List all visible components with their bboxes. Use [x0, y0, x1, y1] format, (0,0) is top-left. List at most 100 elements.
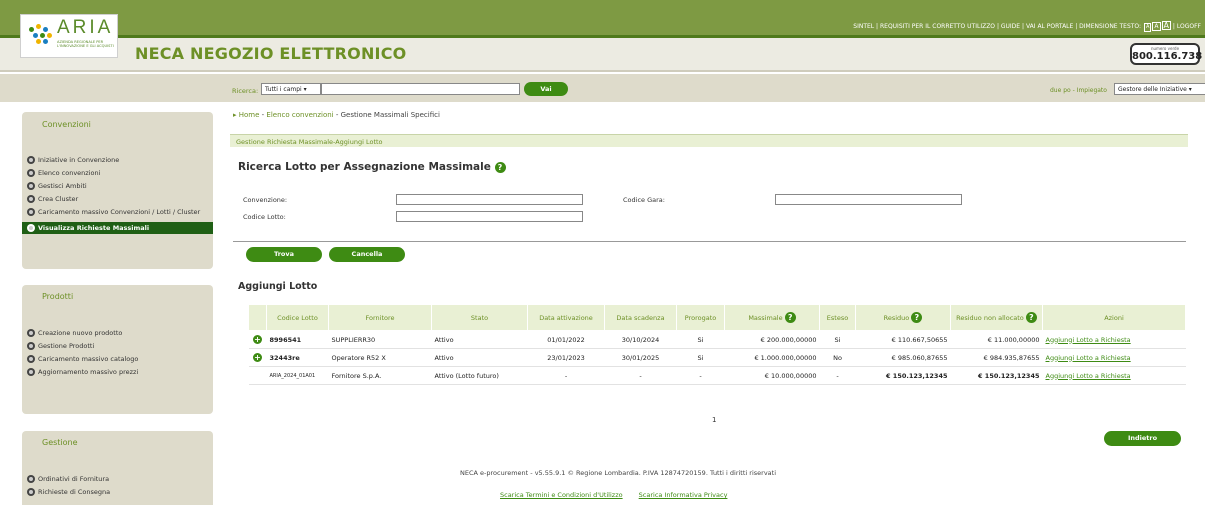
- col-header-codice-lotto: Codice Lotto: [266, 304, 329, 331]
- cell-codice-lotto: 8996541: [266, 330, 329, 349]
- pagination-page[interactable]: 1: [712, 416, 716, 424]
- sidebar-gestione-title: Gestione: [42, 438, 78, 447]
- sidebar-item-caricamento-catalogo[interactable]: Caricamento massivo catalogo: [27, 355, 138, 363]
- help-icon[interactable]: ?: [784, 312, 796, 323]
- search-field-select[interactable]: Tutti i campi ▾: [261, 83, 321, 95]
- codice-lotto-input[interactable]: [396, 211, 583, 222]
- help-icon[interactable]: ?: [1025, 312, 1037, 323]
- breadcrumb-separator: -: [333, 111, 341, 119]
- cell-fornitore: Operatore R52 X: [328, 348, 432, 367]
- cell-massimale: € 10.000,00000: [724, 366, 820, 385]
- sidebar-item-crea-cluster[interactable]: Crea Cluster: [27, 195, 78, 203]
- breadcrumb-elenco-convenzioni[interactable]: Elenco convenzioni: [266, 111, 333, 119]
- sidebar-item-iniziative[interactable]: Iniziative in Convenzione: [27, 156, 119, 164]
- circle-arrow-icon: [27, 342, 35, 350]
- link-guide[interactable]: GUIDE: [1001, 23, 1020, 30]
- sidebar-item-creazione-prodotto[interactable]: Creazione nuovo prodotto: [27, 329, 122, 337]
- chevron-down-icon: ▾: [1188, 86, 1192, 93]
- sidebar-convenzioni-title: Convenzioni: [42, 120, 91, 129]
- cell-azioni: Aggiungi Lotto a Richiesta: [1042, 330, 1186, 349]
- sidebar-item-label: Aggiornamento massivo prezzi: [38, 368, 139, 376]
- text-size-medium[interactable]: A: [1152, 22, 1161, 31]
- breadcrumb-arrow-icon: ▸: [233, 111, 237, 119]
- cancella-button[interactable]: Cancella: [329, 247, 405, 262]
- cell-massimale: € 1.000.000,00000: [724, 348, 820, 367]
- cell-esteso: Si: [819, 330, 856, 349]
- circle-arrow-icon: [27, 329, 35, 337]
- cell-data-scadenza: 30/01/2025: [604, 348, 677, 367]
- sidebar-prodotti-title: Prodotti: [42, 292, 74, 301]
- cell-data-scadenza: 30/10/2024: [604, 330, 677, 349]
- link-logoff[interactable]: LOGOFF: [1177, 23, 1201, 30]
- toll-free-number: 800.116.738: [1132, 51, 1203, 62]
- circle-arrow-icon: [27, 355, 35, 363]
- sidebar-item-label: Creazione nuovo prodotto: [38, 329, 123, 337]
- text-size-large[interactable]: A: [1161, 21, 1172, 30]
- convenzione-label: Convenzione:: [243, 196, 288, 204]
- search-input[interactable]: [321, 83, 520, 95]
- cell-massimale: € 200.000,00000: [724, 330, 820, 349]
- link-sintel[interactable]: SINTEL: [853, 23, 874, 30]
- plus-circle-icon[interactable]: +: [253, 353, 262, 362]
- cell-stato: Attivo: [431, 330, 528, 349]
- cell-stato: Attivo (Lotto futuro): [431, 366, 528, 385]
- cell-azioni: Aggiungi Lotto a Richiesta: [1042, 348, 1186, 367]
- col-header-expand: [248, 304, 267, 331]
- footer-links: Scarica Termini e Condizioni d'Utilizzo …: [500, 491, 741, 499]
- circle-arrow-icon: [27, 475, 35, 483]
- breadcrumb-home[interactable]: Home: [239, 111, 260, 119]
- convenzione-input[interactable]: [396, 194, 583, 205]
- logo-subtext: AZIENDA REGIONALE PER L'INNOVAZIONE E GL…: [57, 40, 114, 48]
- sidebar-item-elenco-convenzioni[interactable]: Elenco convenzioni: [27, 169, 100, 177]
- col-header-residuo-non-allocato: Residuo non allocato ?: [950, 304, 1043, 331]
- cell-data-attivazione: 23/01/2023: [527, 348, 605, 367]
- footer-link-termini[interactable]: Scarica Termini e Condizioni d'Utilizzo: [500, 491, 623, 499]
- cell-codice-lotto: ARIA_2024_01A01: [266, 366, 329, 385]
- text-size-small[interactable]: A: [1144, 23, 1152, 32]
- sidebar-item-caricamento-massivo[interactable]: Caricamento massivo Convenzioni / Lotti …: [27, 208, 200, 216]
- circle-arrow-icon: [27, 182, 35, 190]
- help-icon[interactable]: ?: [494, 162, 506, 173]
- link-requisiti[interactable]: REQUISITI PER IL CORRETTO UTILIZZO: [880, 23, 995, 30]
- footer-text: NECA e-procurement - v5.55.9.1 © Regione…: [460, 469, 776, 477]
- col-header-azioni: Azioni: [1042, 304, 1186, 331]
- sidebar-item-aggiornamento-prezzi[interactable]: Aggiornamento massivo prezzi: [27, 368, 138, 376]
- cell-prorogato: -: [676, 366, 725, 385]
- sidebar-item-ordinativi[interactable]: Ordinativi di Fornitura: [27, 475, 109, 483]
- col-header-prorogato: Prorogato: [676, 304, 725, 331]
- cell-azioni: Aggiungi Lotto a Richiesta: [1042, 366, 1186, 385]
- role-select[interactable]: Gestore delle Iniziative ▾: [1114, 83, 1205, 95]
- sidebar-item-gestione-prodotti[interactable]: Gestione Prodotti: [27, 342, 94, 350]
- text-size-label: DIMENSIONE TESTO:: [1079, 23, 1142, 30]
- search-go-button[interactable]: Vai: [524, 82, 568, 96]
- aggiungi-lotto-link[interactable]: Aggiungi Lotto a Richiesta: [1046, 354, 1131, 362]
- col-header-massimale-text: Massimale: [748, 314, 783, 322]
- sidebar-item-richieste-consegna[interactable]: Richieste di Consegna: [27, 488, 110, 496]
- link-portale[interactable]: VAI AL PORTALE: [1026, 23, 1073, 30]
- help-icon[interactable]: ?: [911, 312, 923, 323]
- col-header-residuo-text: Residuo: [883, 314, 910, 322]
- aggiungi-lotto-link[interactable]: Aggiungi Lotto a Richiesta: [1046, 372, 1131, 380]
- trova-button[interactable]: Trova: [246, 247, 322, 262]
- aria-logo[interactable]: ARIA AZIENDA REGIONALE PER L'INNOVAZIONE…: [20, 14, 118, 58]
- expand-cell[interactable]: +: [248, 348, 267, 367]
- sidebar-item-label: Caricamento massivo catalogo: [38, 355, 139, 363]
- indietro-button[interactable]: Indietro: [1104, 431, 1181, 446]
- aggiungi-lotto-link[interactable]: Aggiungi Lotto a Richiesta: [1046, 336, 1131, 344]
- sidebar-item-visualizza-richieste[interactable]: Visualizza Richieste Massimali: [22, 222, 213, 234]
- cell-residuo: € 150.123,12345: [855, 366, 951, 385]
- circle-arrow-icon: [27, 368, 35, 376]
- circle-arrow-icon: [27, 156, 35, 164]
- col-header-data-attivazione: Data attivazione: [527, 304, 605, 331]
- breadcrumb: ▸ Home - Elenco convenzioni - Gestione M…: [233, 111, 440, 119]
- sidebar-item-label: Gestisci Ambiti: [38, 182, 87, 190]
- sidebar-item-gestisci-ambiti[interactable]: Gestisci Ambiti: [27, 182, 87, 190]
- footer-link-privacy[interactable]: Scarica Informativa Privacy: [639, 491, 728, 499]
- codice-gara-input[interactable]: [775, 194, 962, 205]
- circle-arrow-icon: [27, 208, 35, 216]
- col-header-data-scadenza: Data scadenza: [604, 304, 677, 331]
- cell-esteso: -: [819, 366, 856, 385]
- expand-cell[interactable]: +: [248, 330, 267, 349]
- sidebar-item-label: Gestione Prodotti: [38, 342, 95, 350]
- plus-circle-icon[interactable]: +: [253, 335, 262, 344]
